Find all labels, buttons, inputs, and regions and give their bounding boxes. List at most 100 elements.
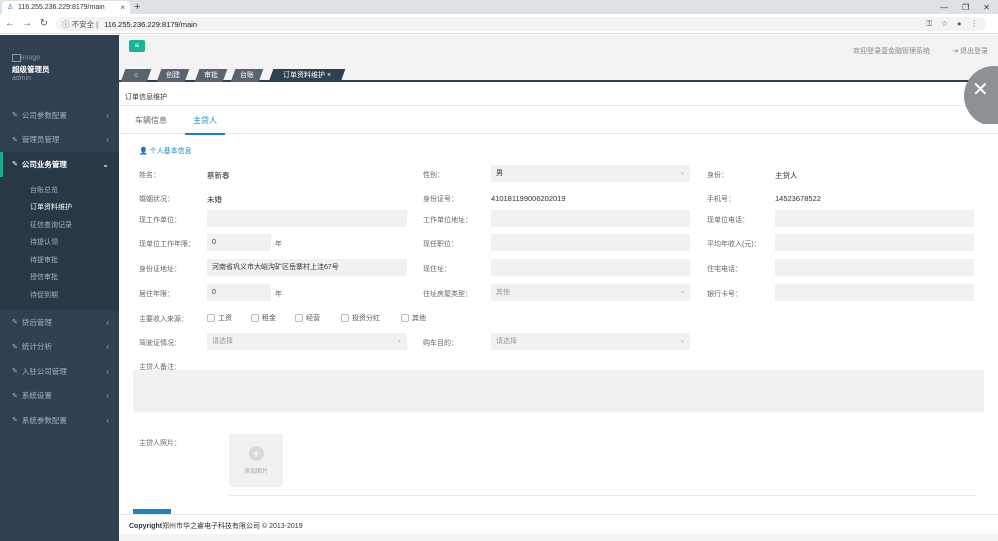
- idcard-label: 身份证号：: [423, 196, 458, 203]
- remark-textarea[interactable]: [133, 370, 984, 412]
- logout-link[interactable]: ⇥ 退出登录: [952, 46, 988, 56]
- submenu-item-ledger[interactable]: 台账总览: [0, 182, 119, 200]
- edit-icon: ✎: [12, 112, 18, 120]
- purpose-select[interactable]: 请选择 ⌄: [491, 333, 690, 350]
- tab-create[interactable]: 创建: [156, 69, 190, 82]
- submenu-item-approval[interactable]: 待提审批: [0, 252, 119, 270]
- avatar-alt-text: image: [21, 54, 41, 62]
- divider: [229, 495, 976, 496]
- chevron-left-icon: ‹: [106, 415, 109, 425]
- bank-card-input[interactable]: [775, 284, 974, 301]
- sidebar-item-postloan[interactable]: ✎ 贷后管理 ‹: [0, 310, 119, 335]
- forward-icon[interactable]: →: [20, 18, 34, 29]
- work-years-label: 现单位工作年限：: [139, 241, 195, 248]
- checkbox[interactable]: [341, 314, 349, 322]
- edit-icon: ✎: [12, 161, 18, 169]
- window-controls: — ❐ ✕: [940, 0, 990, 14]
- welcome-text: 欢迎登录壹金融管理系统: [853, 48, 930, 55]
- submenu-item-claim[interactable]: 待提认领: [0, 234, 119, 252]
- user-role[interactable]: 超级管理员: [12, 64, 119, 75]
- tab-home[interactable]: ⌂: [120, 69, 152, 82]
- work-years-unit: 年: [275, 241, 282, 248]
- browser-tab[interactable]: ♙ 116.255.236.229:8179/main ×: [2, 1, 130, 14]
- checkbox[interactable]: [251, 314, 259, 322]
- work-years-input[interactable]: 0: [207, 234, 271, 251]
- chevron-left-icon: ‹: [106, 110, 109, 120]
- reload-icon[interactable]: ↻: [37, 18, 51, 29]
- tab-approval[interactable]: 审批: [194, 69, 228, 82]
- tab-order-maintain[interactable]: 订单资料维护 ×: [268, 69, 346, 82]
- chevron-down-icon: ⌄: [102, 159, 109, 169]
- sidebar-item-sys-params[interactable]: ✎ 系统参数配置 ‹: [0, 408, 119, 433]
- name-value: 蔡新春: [207, 171, 230, 180]
- income-source-rent[interactable]: 租金: [251, 313, 276, 323]
- income-input[interactable]: [775, 234, 974, 251]
- submenu-item-due[interactable]: 待促到期: [0, 287, 119, 305]
- income-source-investment[interactable]: 投资分红: [341, 313, 380, 323]
- submenu-item-credit-query[interactable]: 征信查询记录: [0, 217, 119, 235]
- gender-select[interactable]: 男 ⌄: [491, 165, 690, 182]
- plus-icon: +: [248, 446, 264, 461]
- sidebar-item-admin[interactable]: ✎ 管理员管理 ‹: [0, 128, 119, 153]
- home-icon: ⌂: [133, 72, 139, 79]
- bottom-strip: [119, 534, 998, 541]
- submenu-item-order-maintain[interactable]: 订单资料维护: [0, 199, 119, 217]
- income-source-business[interactable]: 经营: [295, 313, 320, 323]
- gender-label: 性别：: [423, 172, 444, 179]
- employer-input[interactable]: [207, 210, 407, 227]
- position-input[interactable]: [491, 234, 690, 251]
- bookmark-star-icon[interactable]: ☆: [941, 19, 948, 29]
- license-label: 驾驶证情况：: [139, 340, 181, 347]
- new-tab-button[interactable]: +: [134, 1, 140, 13]
- key-icon[interactable]: ⚿: [927, 19, 933, 29]
- submenu-item-credit-approval[interactable]: 授信审批: [0, 269, 119, 287]
- live-years-input[interactable]: 0: [207, 284, 271, 301]
- house-type-label: 住址房屋类型：: [423, 291, 472, 298]
- top-navbar: ≡ 欢迎登录壹金融管理系统 ⇥ 退出登录: [119, 35, 998, 67]
- checkbox[interactable]: [401, 314, 409, 322]
- close-tab-icon[interactable]: ×: [120, 3, 125, 12]
- checkbox[interactable]: [295, 314, 303, 322]
- not-secure-indicator[interactable]: ⓘ 不安全 |: [62, 19, 98, 30]
- edit-icon: ✎: [12, 319, 18, 327]
- tab-ledger[interactable]: 台账: [230, 69, 264, 82]
- add-photo-button[interactable]: + 添加图片: [229, 434, 283, 487]
- chevron-down-icon: ⌄: [396, 338, 402, 344]
- profile-icon[interactable]: ●: [957, 19, 962, 29]
- minimize-icon[interactable]: —: [940, 3, 948, 12]
- edit-icon: ✎: [12, 417, 18, 425]
- tab-vehicle-info[interactable]: 车辆信息: [135, 115, 167, 126]
- position-label: 现任职位：: [423, 241, 458, 248]
- id-address-input[interactable]: 河南省巩义市大峪沟矿区岳寨村上洼67号: [207, 259, 407, 276]
- address-input[interactable]: [491, 259, 690, 276]
- chevron-left-icon: ‹: [106, 317, 109, 327]
- sidebar-item-company-params[interactable]: ✎ 公司参数配置 ‹: [0, 103, 119, 128]
- back-icon[interactable]: ←: [3, 18, 17, 29]
- page-favicon-icon: ♙: [7, 4, 14, 11]
- browser-menu-icon[interactable]: ⋮: [971, 19, 979, 29]
- employer-addr-input[interactable]: [491, 210, 690, 227]
- menu-toggle-button[interactable]: ≡: [129, 40, 145, 52]
- sidebar-item-business[interactable]: ✎ 公司业务管理 ⌄: [0, 152, 119, 177]
- tab-main-borrower[interactable]: 主贷人: [185, 115, 225, 135]
- idcard-value: 410181199006202019: [491, 194, 566, 203]
- address-bar-row: ← → ↻ ⓘ 不安全 | 116.255.236.229:8179/main …: [0, 14, 998, 34]
- income-source-salary[interactable]: 工资: [207, 313, 232, 323]
- employer-phone-input[interactable]: [775, 210, 974, 227]
- sidebar-item-tenants[interactable]: ✎ 入驻公司管理 ‹: [0, 359, 119, 384]
- income-source-other[interactable]: 其他: [401, 313, 426, 323]
- home-phone-input[interactable]: [775, 259, 974, 276]
- edit-icon: ✎: [12, 136, 18, 144]
- address-bar[interactable]: ⓘ 不安全 | 116.255.236.229:8179/main ⚿ ☆ ● …: [56, 17, 986, 31]
- house-type-select[interactable]: 其他 ⌄: [491, 284, 690, 301]
- sidebar-item-settings[interactable]: ✎ 系统设置 ‹: [0, 384, 119, 409]
- checkbox[interactable]: [207, 314, 215, 322]
- close-window-icon[interactable]: ✕: [983, 3, 990, 12]
- name-label: 姓名：: [139, 172, 160, 179]
- purpose-label: 购车目的：: [423, 340, 458, 347]
- restore-icon[interactable]: ❐: [962, 3, 969, 12]
- sidebar-item-stats[interactable]: ✎ 统计分析 ‹: [0, 335, 119, 360]
- license-select[interactable]: 请选择 ⌄: [207, 333, 407, 350]
- photo-label: 主贷人照片：: [139, 440, 181, 447]
- user-icon: 👤: [139, 148, 150, 155]
